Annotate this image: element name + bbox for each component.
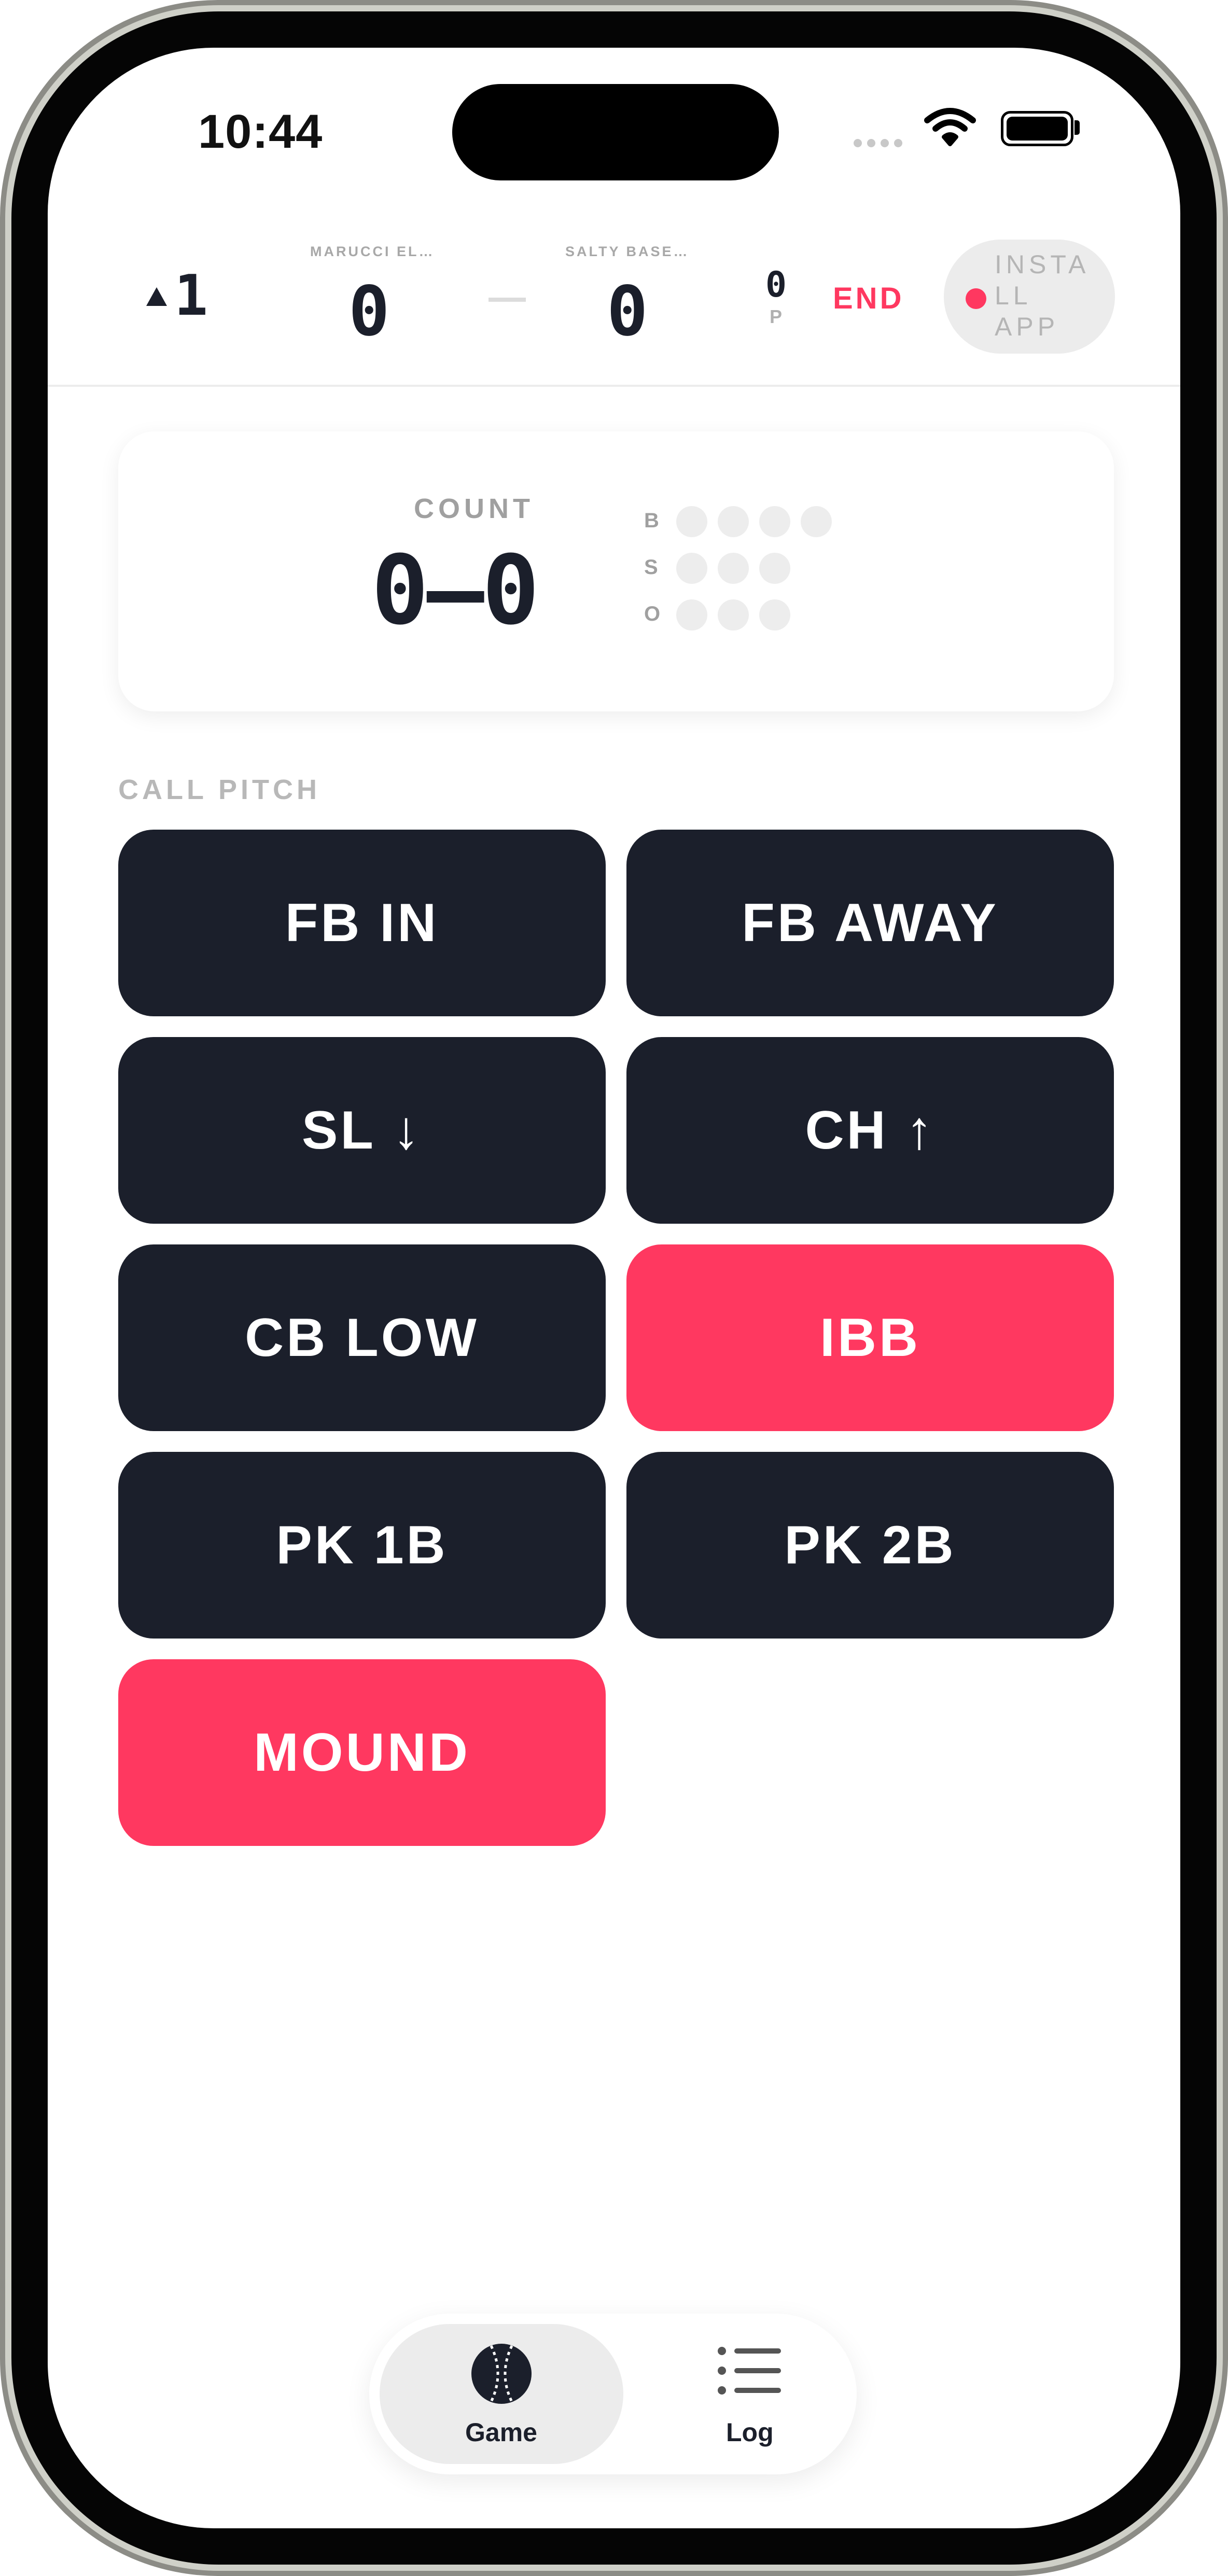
tab-log[interactable]: Log xyxy=(665,2324,836,2464)
status-time: 10:44 xyxy=(198,105,323,158)
screen: 10:44 1 MARUCCI EL… 0 SALTY BASE… 0 0 P … xyxy=(48,48,1180,2528)
home-team-name: SALTY BASE… xyxy=(565,244,690,259)
tab-game-label: Game xyxy=(465,2418,537,2447)
inning-number: 1 xyxy=(174,263,208,328)
pitch-button-ch-up[interactable]: CH ↑ xyxy=(626,1037,1114,1224)
strikes-label: S xyxy=(644,556,658,579)
pitch-button-cb-low[interactable]: CB LOW xyxy=(118,1244,606,1431)
install-label-line: INSTA xyxy=(995,250,1090,279)
battery-cap xyxy=(1074,120,1080,135)
tab-log-label: Log xyxy=(726,2418,774,2447)
dynamic-island xyxy=(452,84,779,180)
count-card: COUNT 0–0 B S O xyxy=(118,431,1114,711)
pitch-button-sl-down[interactable]: SL ↓ xyxy=(118,1037,606,1224)
pitch-button-fb-away[interactable]: FB AWAY xyxy=(626,830,1114,1016)
mound-visit-button[interactable]: MOUND xyxy=(118,1659,606,1846)
ball-indicator xyxy=(801,506,832,537)
baseball-icon xyxy=(471,2344,532,2404)
list-icon xyxy=(718,2347,781,2395)
pitch-button-ibb[interactable]: IBB xyxy=(626,1244,1114,1431)
ball-indicator xyxy=(759,506,790,537)
install-label-line: LL xyxy=(995,281,1032,310)
install-app-button[interactable]: INSTA LL APP xyxy=(944,240,1115,354)
cellular-signal-dot xyxy=(881,139,889,147)
out-indicator xyxy=(676,599,707,631)
end-game-button[interactable]: END xyxy=(833,281,904,316)
call-pitch-heading: CALL PITCH xyxy=(118,774,320,805)
strike-indicator xyxy=(759,553,790,584)
cellular-signal-dot xyxy=(867,139,875,147)
pitch-button-pk-1b[interactable]: PK 1B xyxy=(118,1452,606,1639)
out-indicator xyxy=(759,599,790,631)
cellular-signal-dot xyxy=(854,139,862,147)
strike-indicator xyxy=(676,553,707,584)
battery-icon xyxy=(1001,111,1073,146)
count-label: COUNT xyxy=(414,493,534,524)
balls-label: B xyxy=(644,509,659,532)
count-value: 0–0 xyxy=(371,535,539,646)
install-label-line: APP xyxy=(995,312,1059,341)
pitch-button-fb-in[interactable]: FB IN xyxy=(118,830,606,1016)
home-score[interactable]: 0 xyxy=(607,272,648,352)
pitch-count: 0 xyxy=(765,264,787,305)
tab-game[interactable]: Game xyxy=(380,2324,623,2464)
out-indicator xyxy=(718,599,749,631)
inning-top-arrow-icon xyxy=(146,287,167,306)
pitch-count-label: P xyxy=(770,306,783,327)
away-score[interactable]: 0 xyxy=(348,272,389,352)
wifi-icon xyxy=(924,108,976,146)
install-status-dot xyxy=(966,288,986,309)
ball-indicator xyxy=(718,506,749,537)
ball-indicator xyxy=(676,506,707,537)
strike-indicator xyxy=(718,553,749,584)
pitch-button-pk-2b[interactable]: PK 2B xyxy=(626,1452,1114,1639)
header-divider xyxy=(48,385,1180,387)
outs-label: O xyxy=(644,603,661,625)
cellular-signal-dot xyxy=(894,139,902,147)
away-team-name: MARUCCI EL… xyxy=(310,244,435,259)
score-separator xyxy=(489,298,526,302)
